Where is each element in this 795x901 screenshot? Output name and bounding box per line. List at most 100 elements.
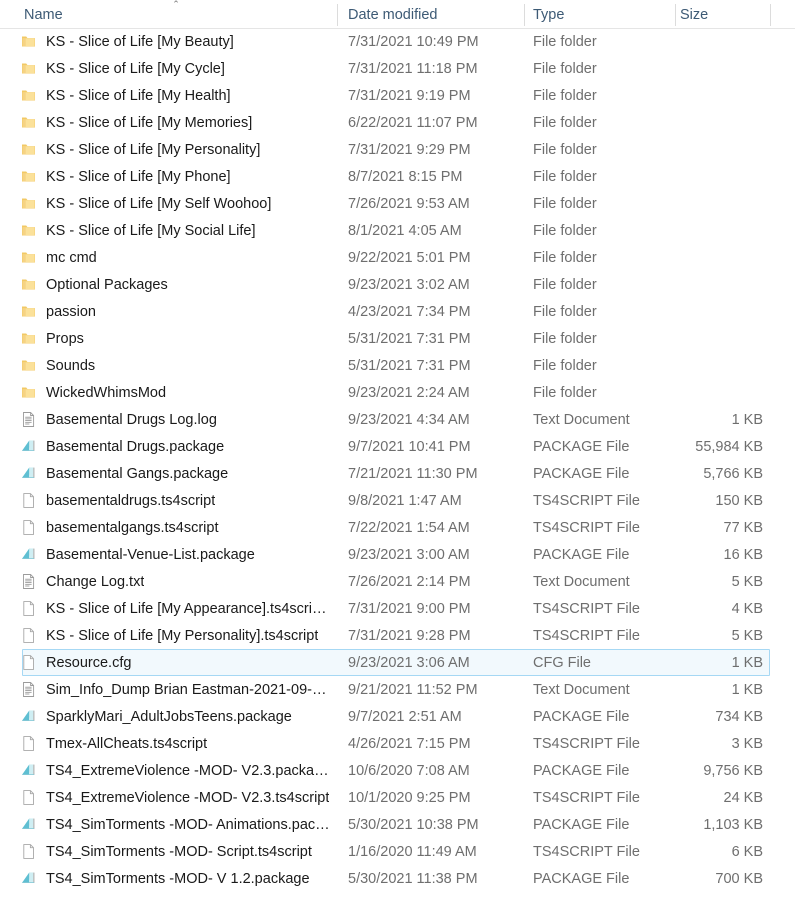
file-row[interactable]: KS - Slice of Life [My Memories] 6/22/202… (0, 109, 795, 136)
file-date-modified: 8/1/2021 4:05 AM (348, 223, 462, 239)
file-row[interactable]: basementalgangs.ts4script 7/22/2021 1:54 … (0, 514, 795, 541)
file-date-modified: 9/23/2021 2:24 AM (348, 385, 470, 401)
file-date-modified: 7/31/2021 9:00 PM (348, 601, 471, 617)
file-row[interactable]: passion 4/23/2021 7:34 PM File folder (0, 298, 795, 325)
file-row[interactable]: KS - Slice of Life [My Phone] 8/7/2021 8:… (0, 163, 795, 190)
column-header-size[interactable]: Size (680, 0, 708, 28)
file-row[interactable]: TS4_ExtremeViolence -MOD- V2.3.packa… 10/… (0, 757, 795, 784)
file-date-modified: 7/21/2021 11:30 PM (348, 466, 478, 482)
file-row[interactable]: KS - Slice of Life [My Beauty] 7/31/2021 … (0, 28, 795, 55)
file-row[interactable]: KS - Slice of Life [My Personality].ts4s… (0, 622, 795, 649)
file-date-modified: 7/26/2021 9:53 AM (348, 196, 470, 212)
file-name: Basemental-Venue-List.package (46, 547, 255, 563)
file-name: KS - Slice of Life [My Social Life] (46, 223, 256, 239)
file-date-modified: 9/23/2021 3:00 AM (348, 547, 470, 563)
folder-icon (20, 384, 37, 401)
file-list: KS - Slice of Life [My Beauty] 7/31/2021 … (0, 28, 795, 892)
file-name: Sim_Info_Dump Brian Eastman-2021-09-… (46, 682, 327, 698)
file-row[interactable]: basementaldrugs.ts4script 9/8/2021 1:47 A… (0, 487, 795, 514)
column-header-date-modified[interactable]: Date modified (348, 0, 437, 28)
file-row[interactable]: KS - Slice of Life [My Personality] 7/31/… (0, 136, 795, 163)
file-row[interactable]: SparklyMari_AdultJobsTeens.package 9/7/20… (0, 703, 795, 730)
column-divider-type[interactable] (675, 4, 676, 26)
file-row[interactable]: Optional Packages 9/23/2021 3:02 AM File f… (0, 271, 795, 298)
text-document-icon (20, 573, 37, 590)
folder-icon (20, 141, 37, 158)
file-row[interactable]: TS4_SimTorments -MOD- Animations.pac… 5/3… (0, 811, 795, 838)
file-row[interactable]: KS - Slice of Life [My Appearance].ts4sc… (0, 595, 795, 622)
file-row[interactable]: TS4_SimTorments -MOD- V 1.2.package 5/30/… (0, 865, 795, 892)
file-row[interactable]: Change Log.txt 7/26/2021 2:14 PM Text Docu… (0, 568, 795, 595)
file-name: Basemental Drugs Log.log (46, 412, 217, 428)
file-type: File folder (533, 169, 597, 185)
file-name: TS4_SimTorments -MOD- Animations.pac… (46, 817, 330, 833)
package-icon (20, 708, 37, 725)
file-type: PACKAGE File (533, 763, 630, 779)
column-divider-size[interactable] (770, 4, 771, 26)
file-size: 4 KB (731, 601, 763, 617)
file-name: KS - Slice of Life [My Appearance].ts4sc… (46, 601, 327, 617)
file-name: KS - Slice of Life [My Cycle] (46, 61, 225, 77)
file-name: WickedWhimsMod (46, 385, 167, 401)
file-row[interactable]: KS - Slice of Life [My Health] 7/31/2021 … (0, 82, 795, 109)
blank-page-icon (20, 600, 37, 617)
column-header-size-label: Size (680, 7, 709, 23)
file-type: File folder (533, 250, 597, 266)
file-name: TS4_SimTorments -MOD- Script.ts4script (46, 844, 312, 860)
column-divider-date-modified[interactable] (524, 4, 525, 26)
file-type: PACKAGE File (533, 439, 630, 455)
file-row[interactable]: TS4_ExtremeViolence -MOD- V2.3.ts4script… (0, 784, 795, 811)
file-row[interactable]: Basemental Gangs.package 7/21/2021 11:30 … (0, 460, 795, 487)
file-size (660, 271, 763, 298)
file-size: 5,766 KB (703, 466, 763, 482)
package-icon (20, 762, 37, 779)
column-header-type-label: Type (533, 7, 565, 23)
file-row[interactable]: KS - Slice of Life [My Social Life] 8/1/2… (0, 217, 795, 244)
folder-icon (20, 357, 37, 374)
file-size (660, 28, 763, 55)
file-size: 1,103 KB (703, 817, 763, 833)
folder-icon (20, 60, 37, 77)
column-header-date-modified-label: Date modified (348, 7, 438, 23)
file-row[interactable]: Basemental Drugs Log.log 9/23/2021 4:34 A… (0, 406, 795, 433)
file-row[interactable]: Props 5/31/2021 7:31 PM File folder (0, 325, 795, 352)
file-size: 16 KB (723, 547, 764, 563)
file-row[interactable]: KS - Slice of Life [My Cycle] 7/31/2021 1… (0, 55, 795, 82)
file-row[interactable]: Sim_Info_Dump Brian Eastman-2021-09-… 9/2… (0, 676, 795, 703)
package-icon (20, 546, 37, 563)
file-type: PACKAGE File (533, 817, 630, 833)
column-header-type[interactable]: Type (533, 0, 564, 28)
column-header-name[interactable]: Name (24, 0, 63, 28)
blank-page-icon (20, 492, 37, 509)
file-row[interactable]: Basemental Drugs.package 9/7/2021 10:41 P… (0, 433, 795, 460)
file-type: File folder (533, 142, 597, 158)
file-type: Text Document (533, 682, 630, 698)
file-date-modified: 9/21/2021 11:52 PM (348, 682, 478, 698)
column-divider-name[interactable] (337, 4, 338, 26)
file-row[interactable]: Basemental-Venue-List.package 9/23/2021 3… (0, 541, 795, 568)
file-size (660, 163, 763, 190)
file-name: Basemental Gangs.package (46, 466, 229, 482)
file-size (660, 325, 763, 352)
package-icon (20, 870, 37, 887)
file-date-modified: 7/31/2021 10:49 PM (348, 34, 479, 50)
file-type: TS4SCRIPT File (533, 628, 640, 644)
file-date-modified: 9/23/2021 3:06 AM (348, 655, 470, 671)
file-type: File folder (533, 304, 597, 320)
file-name: TS4_ExtremeViolence -MOD- V2.3.ts4script (46, 790, 330, 806)
file-size: 5 KB (731, 574, 763, 590)
file-row[interactable]: Tmex-AllCheats.ts4script 4/26/2021 7:15 P… (0, 730, 795, 757)
file-row[interactable]: Sounds 5/31/2021 7:31 PM File folder (0, 352, 795, 379)
file-name: basementaldrugs.ts4script (46, 493, 216, 509)
file-row[interactable]: KS - Slice of Life [My Self Woohoo] 7/26/… (0, 190, 795, 217)
file-row[interactable]: TS4_SimTorments -MOD- Script.ts4script 1/… (0, 838, 795, 865)
file-row[interactable]: Resource.cfg 9/23/2021 3:06 AM CFG File 1 K… (0, 649, 795, 676)
file-row[interactable]: WickedWhimsMod 9/23/2021 2:24 AM File fold… (0, 379, 795, 406)
file-row[interactable]: mc cmd 9/22/2021 5:01 PM File folder (0, 244, 795, 271)
file-name: KS - Slice of Life [My Self Woohoo] (46, 196, 272, 212)
file-date-modified: 5/30/2021 11:38 PM (348, 871, 478, 887)
file-name: TS4_ExtremeViolence -MOD- V2.3.packa… (46, 763, 329, 779)
folder-icon (20, 195, 37, 212)
file-name: TS4_SimTorments -MOD- V 1.2.package (46, 871, 310, 887)
file-date-modified: 5/31/2021 7:31 PM (348, 358, 471, 374)
